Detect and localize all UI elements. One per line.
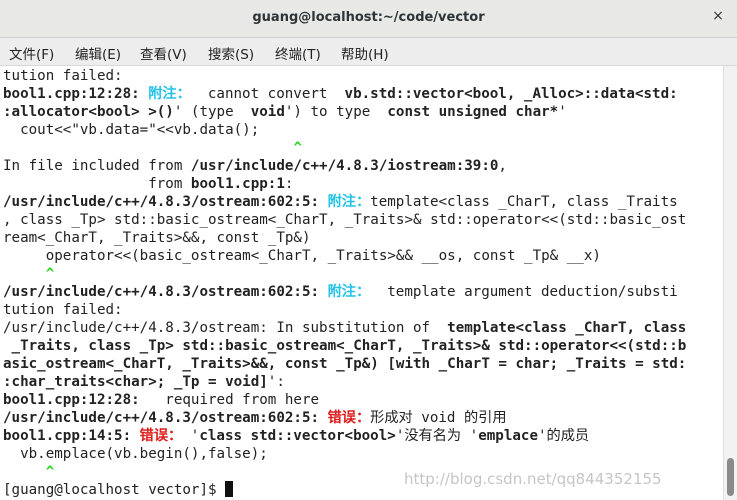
terminal-text-segment: , xyxy=(498,158,507,174)
terminal-line: ream<_CharT, _Traits>&&, const _Tp&) xyxy=(3,229,311,247)
terminal-output[interactable]: tution failed: bool1.cpp:12:28: 附注： canno… xyxy=(0,66,723,500)
terminal-text-segment: /usr/include/c++/4.8.3/iostream:39:0 xyxy=(190,158,499,174)
terminal-text-segment: bool1.cpp:14:5: xyxy=(3,428,140,444)
terminal-text-segment: ') to type xyxy=(284,104,388,120)
terminal-text-segment: :char_traits<char>; _Tp = void] xyxy=(3,374,268,390)
terminal-line: ^ xyxy=(3,139,302,157)
terminal-text-segment: ^ xyxy=(45,266,55,282)
terminal-text-segment: 附注： xyxy=(327,284,371,300)
terminal-line: operator<<(basic_ostream<_CharT, _Traits… xyxy=(3,247,601,265)
terminal-line: tution failed: xyxy=(3,67,123,85)
terminal-text-segment: tution failed: xyxy=(3,302,123,318)
terminal-line: , class _Tp> std::basic_ostream<_CharT, … xyxy=(3,211,686,229)
terminal-text-segment: bool1.cpp:12:28: xyxy=(3,86,149,102)
terminal-text-segment: emplace xyxy=(478,428,538,444)
terminal-text-segment: : xyxy=(284,176,294,192)
terminal-text-segment: 错误： xyxy=(139,428,183,444)
terminal-text-segment: 错误： xyxy=(327,410,371,426)
terminal-line: bool1.cpp:12:28: required from here xyxy=(3,391,319,409)
terminal-text-segment: required from here xyxy=(139,392,320,408)
terminal-line: from bool1.cpp:1: xyxy=(3,175,293,193)
terminal-line: /usr/include/c++/4.8.3/ostream: In subst… xyxy=(3,319,686,337)
close-icon[interactable]: × xyxy=(711,8,725,28)
terminal-text-segment: vb.emplace(vb.begin(),false); xyxy=(3,446,268,462)
terminal-text-segment: ' xyxy=(182,428,200,444)
terminal-line: ^ xyxy=(3,463,55,481)
terminal-line: asic_ostream<_CharT, _Traits>&&, const _… xyxy=(3,355,686,373)
terminal-line: /usr/include/c++/4.8.3/ostream:602:5: 附注… xyxy=(3,193,678,211)
terminal-text-segment: /usr/include/c++/4.8.3/ostream: In subst… xyxy=(3,320,448,336)
terminal-text-segment: asic_ostream<_CharT, _Traits>&&, const _… xyxy=(3,356,687,372)
terminal-text-segment: ^ xyxy=(45,464,55,480)
terminal-line: ^ xyxy=(3,265,55,283)
menu-file[interactable]: 文件(F) xyxy=(9,43,54,63)
terminal-text-segment: ream<_CharT, _Traits>&&, const _Tp&) xyxy=(3,230,311,246)
terminal-text-segment: operator<<(basic_ostream<_CharT, _Traits… xyxy=(3,248,601,264)
terminal-text-segment: vb.std::vector<bool, _Alloc>::data<std: xyxy=(344,86,678,102)
terminal-text-segment: 形成对 void 的引用 xyxy=(370,410,507,426)
terminal-line: tution failed: xyxy=(3,301,123,319)
terminal-text-segment: ' (type xyxy=(173,104,251,120)
terminal-line: [guang@localhost vector]$ xyxy=(3,481,234,499)
terminal-line: /usr/include/c++/4.8.3/ostream:602:5: 错误… xyxy=(3,409,507,427)
terminal-line: _Traits, class _Tp> std::basic_ostream<_… xyxy=(3,337,687,355)
watermark: http://blog.csdn.net/qq844352155 xyxy=(404,470,662,488)
terminal-text-segment: template<class _CharT, class _Traits xyxy=(370,194,678,210)
terminal-text-segment: :allocator<bool> >() xyxy=(3,104,174,120)
terminal-text-segment: 附注： xyxy=(148,86,191,102)
menu-bar: 文件(F) 编辑(E) 查看(V) 搜索(S) 终端(T) 帮助(H) xyxy=(0,38,737,66)
terminal-text-segment: ^ xyxy=(293,140,302,156)
terminal-line: bool1.cpp:12:28: 附注： cannot convert vb.s… xyxy=(3,85,678,103)
scrollbar-thumb[interactable] xyxy=(727,458,734,496)
terminal-text-segment: template<class _CharT, class xyxy=(447,320,687,336)
menu-edit[interactable]: 编辑(E) xyxy=(75,43,121,63)
terminal-text-segment: bool1.cpp:1 xyxy=(190,176,285,192)
terminal-text-segment: template argument deduction/substi xyxy=(370,284,678,300)
terminal-text-segment: /usr/include/c++/4.8.3/ostream:602:5: xyxy=(3,194,328,210)
terminal-line: In file included from /usr/include/c++/4… xyxy=(3,157,507,175)
menu-view[interactable]: 查看(V) xyxy=(140,43,187,63)
terminal-text-segment: cannot convert xyxy=(190,86,345,102)
terminal-text-segment: 附注： xyxy=(327,194,371,210)
terminal-text-segment: void xyxy=(250,104,285,120)
terminal-text-segment: bool1.cpp:12:28: xyxy=(3,392,140,408)
terminal-text-segment: from xyxy=(3,176,191,192)
terminal-line: cout<<"vb.data="<<vb.data(); xyxy=(3,121,259,139)
terminal-text-segment: [guang@localhost vector]$ xyxy=(3,482,226,498)
terminal-text-segment: _Traits, class _Tp> std::basic_ostream<_… xyxy=(3,338,687,354)
terminal-text-segment: /usr/include/c++/4.8.3/ostream:602:5: xyxy=(3,410,328,426)
menu-help[interactable]: 帮助(H) xyxy=(341,43,389,63)
terminal-line: bool1.cpp:14:5: 错误： 'class std::vector<b… xyxy=(3,427,589,445)
terminal-text-segment: In file included from xyxy=(3,158,191,174)
terminal-text-segment: '没有名为 ' xyxy=(395,428,479,444)
window-title: guang@localhost:~/code/vector xyxy=(252,10,485,25)
title-bar: guang@localhost:~/code/vector × xyxy=(0,0,737,38)
menu-search[interactable]: 搜索(S) xyxy=(208,43,254,63)
terminal-line: :allocator<bool> >()' (type void') to ty… xyxy=(3,103,567,121)
vertical-scrollbar[interactable] xyxy=(723,66,737,500)
terminal-text-segment: class std::vector<bool> xyxy=(199,428,396,444)
terminal-cursor xyxy=(225,481,234,497)
terminal-line: vb.emplace(vb.begin(),false); xyxy=(3,445,268,463)
terminal-text-segment: ' xyxy=(558,104,567,120)
terminal-line: /usr/include/c++/4.8.3/ostream:602:5: 附注… xyxy=(3,283,678,301)
terminal-text-segment: , class _Tp> std::basic_ostream<_CharT, … xyxy=(3,212,687,228)
terminal-text-segment: '的成员 xyxy=(538,428,590,444)
terminal-text-segment: tution failed: xyxy=(3,68,123,84)
terminal-line: :char_traits<char>; _Tp = void]': xyxy=(3,373,285,391)
menu-terminal[interactable]: 终端(T) xyxy=(275,43,321,63)
terminal-text-segment: ': xyxy=(267,374,285,390)
terminal-text-segment: const unsigned char* xyxy=(387,104,559,120)
terminal-text-segment: /usr/include/c++/4.8.3/ostream:602:5: xyxy=(3,284,328,300)
terminal-text-segment: cout<<"vb.data="<<vb.data(); xyxy=(3,122,260,138)
